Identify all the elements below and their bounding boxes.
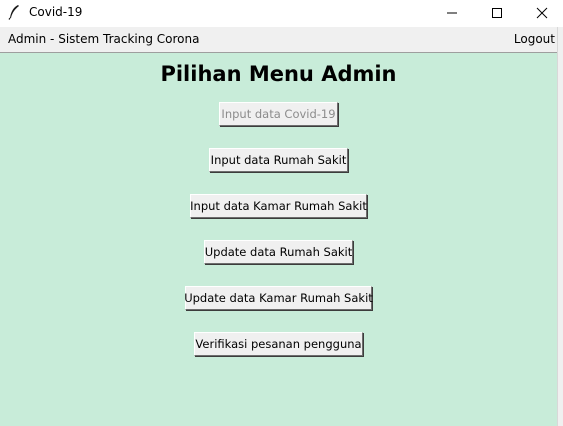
menubar-title: Admin - Sistem Tracking Corona [8, 32, 200, 46]
window-title: Covid-19 [29, 5, 83, 19]
input-hospital-data-button[interactable]: Input data Rumah Sakit [209, 148, 348, 172]
input-covid-data-button[interactable]: Input data Covid-19 [219, 102, 338, 126]
update-hospital-data-button[interactable]: Update data Rumah Sakit [204, 240, 353, 264]
verify-user-orders-button[interactable]: Verifikasi pesanan pengguna [194, 332, 363, 356]
menu-bar: Admin - Sistem Tracking Corona Logout [0, 27, 557, 53]
logout-menu-item[interactable]: Logout [514, 32, 555, 47]
maximize-icon [492, 8, 502, 18]
close-button[interactable] [519, 0, 563, 26]
title-bar[interactable]: Covid-19 [0, 0, 563, 26]
page-title: Pilihan Menu Admin [160, 62, 397, 86]
app-window: Covid-19 Admin - Sistem Tracking Corona … [0, 0, 563, 426]
feather-icon [7, 4, 21, 20]
minimize-icon [447, 12, 457, 14]
window-border [557, 27, 563, 426]
minimize-button[interactable] [429, 0, 475, 26]
admin-menu-panel: Pilihan Menu Admin Input data Covid-19 I… [0, 53, 557, 426]
maximize-button[interactable] [474, 0, 520, 26]
close-icon [536, 7, 548, 19]
update-hospital-room-data-button[interactable]: Update data Kamar Rumah Sakit [184, 286, 373, 310]
input-hospital-room-data-button[interactable]: Input data Kamar Rumah Sakit [190, 194, 367, 218]
